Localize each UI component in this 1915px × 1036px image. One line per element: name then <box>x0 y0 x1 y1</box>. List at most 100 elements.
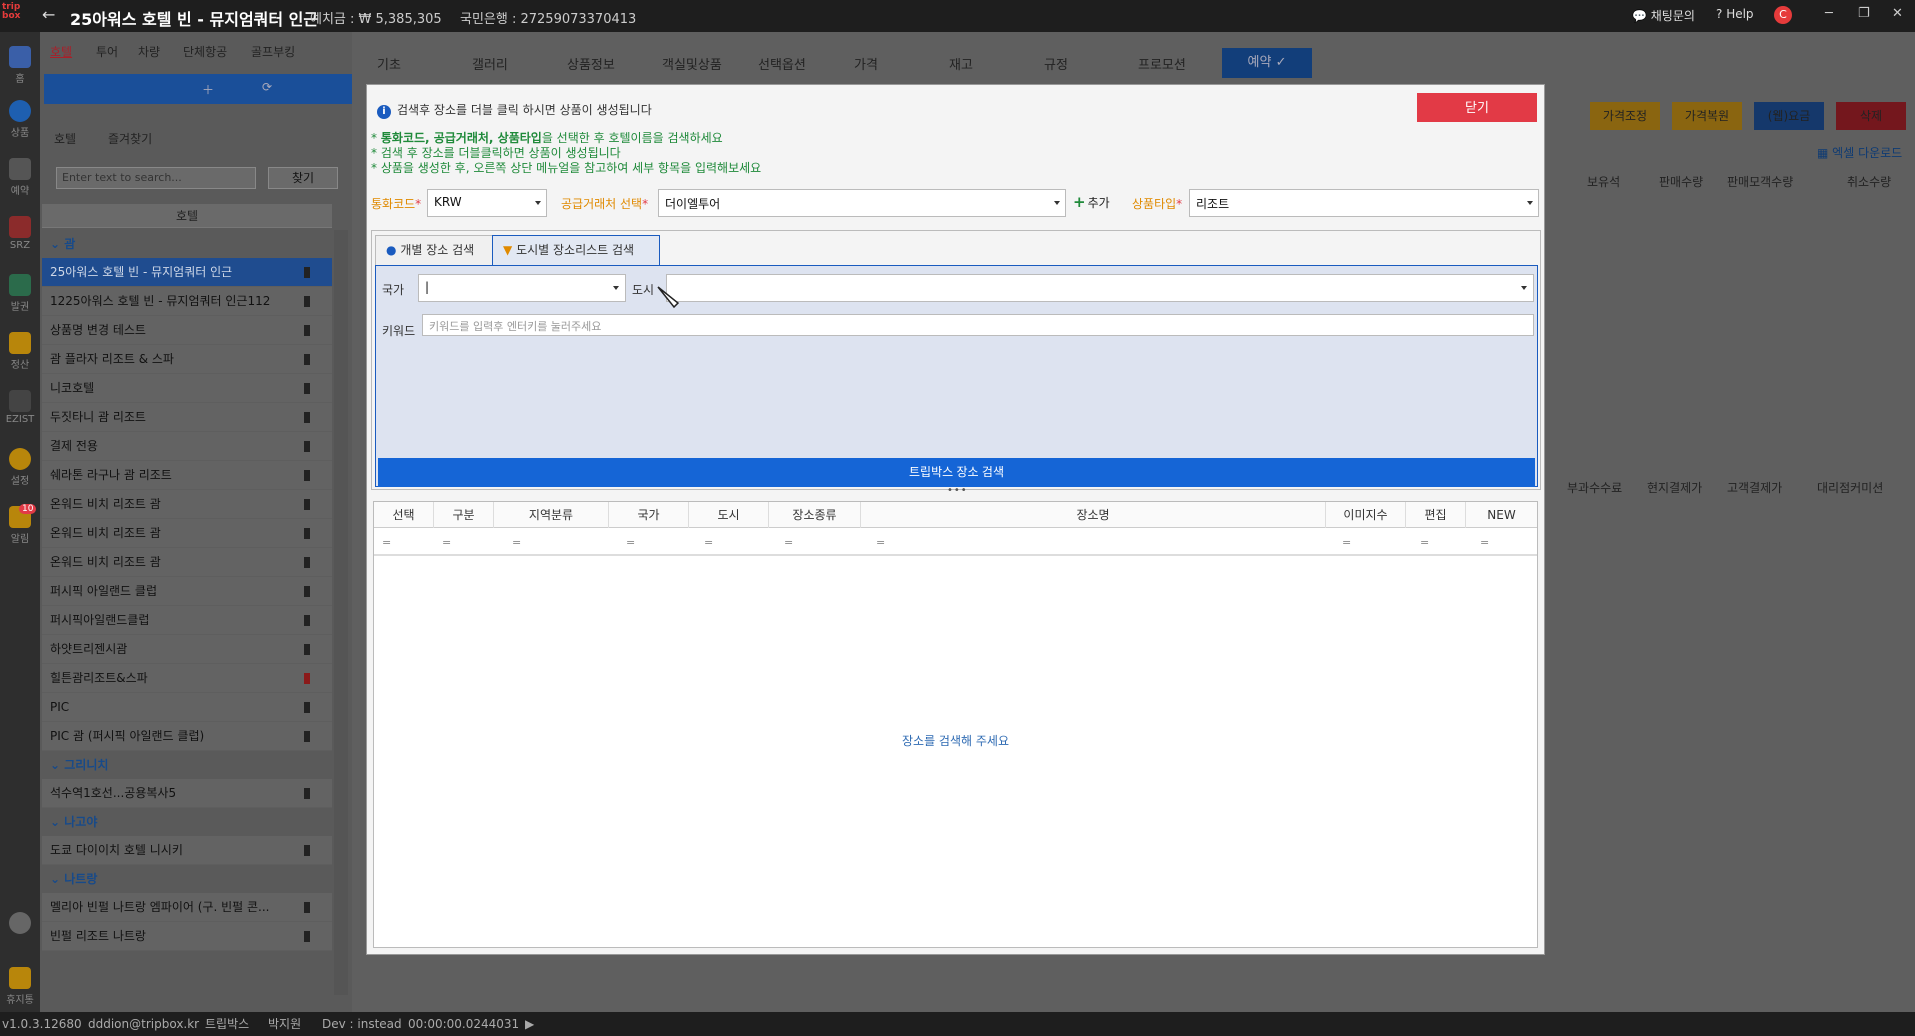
tab-stock[interactable]: 재고 <box>949 54 973 73</box>
bookmark-icon[interactable] <box>304 586 310 597</box>
bookmark-icon[interactable] <box>304 902 310 913</box>
user-avatar[interactable]: C <box>1774 6 1792 24</box>
list-item[interactable]: PIC <box>42 693 332 722</box>
excel-download-link[interactable]: ▦ 엑셀 다운로드 <box>1817 144 1902 161</box>
keyword-input[interactable]: 키워드를 입력후 엔터키를 눌러주세요 <box>422 314 1534 336</box>
filter-equals-icon[interactable]: = <box>1480 536 1489 549</box>
tab-tour[interactable]: 투어 <box>96 43 118 60</box>
nav-apps[interactable] <box>0 912 40 936</box>
list-item[interactable]: 퍼시픽 아일랜드 클럽 <box>42 577 332 606</box>
bookmark-icon[interactable] <box>304 267 310 278</box>
col-place-name[interactable]: 장소명 <box>861 502 1326 528</box>
group-header[interactable]: ⌄ 나고야 <box>42 808 332 836</box>
bookmark-icon[interactable] <box>304 499 310 510</box>
list-item[interactable]: 온워드 비치 리조트 괌 <box>42 519 332 548</box>
bookmark-icon[interactable] <box>304 788 310 799</box>
list-item[interactable]: 상품명 변경 테스트 <box>42 316 332 345</box>
bookmark-icon[interactable] <box>304 702 310 713</box>
bookmark-icon[interactable] <box>304 931 310 942</box>
bookmark-icon[interactable] <box>304 296 310 307</box>
list-item[interactable]: 온워드 비치 리조트 괌 <box>42 548 332 577</box>
tab-golf[interactable]: 골프부킹 <box>251 43 295 60</box>
bookmark-icon[interactable] <box>304 383 310 394</box>
col-edit[interactable]: 편집 <box>1406 502 1466 528</box>
restore-icon[interactable]: ❐ <box>1858 6 1870 21</box>
nav-product[interactable]: 상품 <box>0 100 40 139</box>
bookmark-icon[interactable] <box>304 644 310 655</box>
subtab-favorites[interactable]: 즐겨찾기 <box>108 130 152 147</box>
bookmark-icon[interactable] <box>304 441 310 452</box>
close-button[interactable]: 닫기 <box>1417 93 1537 122</box>
refresh-icon[interactable]: ⟳ <box>262 80 272 94</box>
list-item[interactable]: 힐튼괌리조트&스파 <box>42 664 332 693</box>
list-item[interactable]: 25아워스 호텔 빈 - 뮤지엄쿼터 인근 <box>42 258 332 287</box>
tab-rooms[interactable]: 객실및상품 <box>662 54 722 73</box>
list-item[interactable]: 니코호텔 <box>42 374 332 403</box>
tab-gallery[interactable]: 갤러리 <box>472 54 508 73</box>
col-city[interactable]: 도시 <box>689 502 769 528</box>
close-window-icon[interactable]: ✕ <box>1892 6 1903 21</box>
price-restore-button[interactable]: 가격복원 <box>1672 102 1742 130</box>
list-item[interactable]: 석수역1호선...공용복사5 <box>42 779 332 808</box>
currency-select[interactable]: KRW <box>427 189 547 217</box>
country-select[interactable]: | <box>418 274 626 302</box>
help-button[interactable]: ? Help <box>1716 7 1754 21</box>
bookmark-icon[interactable] <box>304 470 310 481</box>
price-adjust-button[interactable]: 가격조정 <box>1590 102 1660 130</box>
nav-trash[interactable]: 휴지통 <box>0 967 40 1006</box>
tab-product-info[interactable]: 상품정보 <box>567 54 615 73</box>
col-region[interactable]: 지역분류 <box>494 502 609 528</box>
add-supplier-button[interactable]: + 추가 <box>1073 193 1110 211</box>
bookmark-icon[interactable] <box>304 845 310 856</box>
col-image-count[interactable]: 이미지수 <box>1326 502 1406 528</box>
list-item[interactable]: 퍼시픽아일랜드클럽 <box>42 606 332 635</box>
filter-equals-icon[interactable]: = <box>1342 536 1351 549</box>
group-header[interactable]: ⌄ 나트랑 <box>42 865 332 893</box>
col-select[interactable]: 선택 <box>374 502 434 528</box>
tab-options[interactable]: 선택옵션 <box>758 54 806 73</box>
list-item[interactable]: 하얏트리젠시괌 <box>42 635 332 664</box>
col-country[interactable]: 국가 <box>609 502 689 528</box>
bookmark-icon[interactable] <box>304 325 310 336</box>
back-arrow-icon[interactable]: ← <box>42 5 55 24</box>
play-icon[interactable]: ▶ <box>525 1012 534 1036</box>
bookmark-icon[interactable] <box>304 528 310 539</box>
tab-rules[interactable]: 규정 <box>1044 54 1068 73</box>
col-place-type[interactable]: 장소종류 <box>769 502 861 528</box>
bookmark-icon[interactable] <box>304 673 310 684</box>
nav-srz[interactable]: SRZ <box>0 216 40 251</box>
tab-city-search[interactable]: ▼ 도시별 장소리스트 검색 <box>492 235 660 266</box>
filter-equals-icon[interactable]: = <box>626 536 635 549</box>
filter-equals-icon[interactable]: = <box>784 536 793 549</box>
minimize-icon[interactable]: ─ <box>1825 6 1833 21</box>
nav-reservation[interactable]: 예약 <box>0 158 40 197</box>
chat-button[interactable]: 💬 채팅문의 <box>1632 7 1695 24</box>
nav-home[interactable]: 홈 <box>0 46 40 85</box>
tripbox-place-search-button[interactable]: 트립박스 장소 검색 <box>378 458 1535 487</box>
supplier-select[interactable]: 더이엘투어 <box>658 189 1066 217</box>
col-type[interactable]: 구분 <box>434 502 494 528</box>
nav-settings[interactable]: 설정 <box>0 448 40 487</box>
tab-hotel[interactable]: 호텔 <box>50 43 72 60</box>
tab-vehicle[interactable]: 차량 <box>138 43 160 60</box>
list-item[interactable]: 도쿄 다이이치 호텔 니시키 <box>42 836 332 865</box>
add-icon[interactable]: ＋ <box>202 81 214 98</box>
col-new[interactable]: NEW <box>1466 502 1537 528</box>
filter-equals-icon[interactable]: = <box>512 536 521 549</box>
list-item[interactable]: 온워드 비치 리조트 괌 <box>42 490 332 519</box>
bookmark-icon[interactable] <box>304 731 310 742</box>
bookmark-icon[interactable] <box>304 557 310 568</box>
filter-equals-icon[interactable]: = <box>876 536 885 549</box>
list-item[interactable]: 결제 전용 <box>42 432 332 461</box>
hotel-search-input[interactable]: Enter text to search... <box>56 167 256 189</box>
bookmark-icon[interactable] <box>304 615 310 626</box>
nav-settlement[interactable]: 정산 <box>0 332 40 371</box>
tab-reservation[interactable]: 예약 ✓ <box>1222 48 1312 78</box>
filter-equals-icon[interactable]: = <box>1420 536 1429 549</box>
splitter-handle[interactable]: ••• <box>947 485 968 496</box>
find-button[interactable]: 찾기 <box>268 167 338 189</box>
nav-ticketing[interactable]: 발권 <box>0 274 40 313</box>
nav-notifications[interactable]: 10 알림 <box>0 504 40 545</box>
filter-equals-icon[interactable]: = <box>382 536 391 549</box>
product-type-select[interactable]: 리조트 <box>1189 189 1539 217</box>
